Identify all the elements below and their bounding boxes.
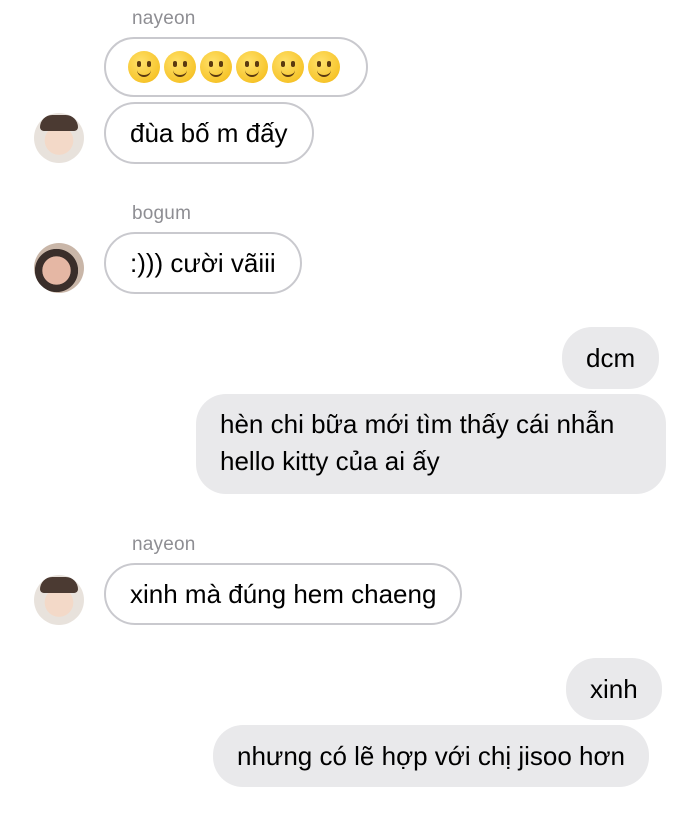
avatar[interactable] [34,243,84,293]
message-bubble[interactable]: đùa bố m đấy [104,102,314,164]
smiley-icon [164,51,196,83]
message-text: nhưng có lẽ hợp với chị jisoo hơn [237,740,625,771]
message-text: dcm [586,342,636,373]
smiley-icon [308,51,340,83]
message-bubble[interactable]: xinh mà đúng hem chaeng [104,563,463,625]
smiley-icon [200,51,232,83]
outgoing-message-bubble[interactable]: dcm [562,327,660,389]
sender-name: bogum [132,203,192,224]
smiley-icon [128,51,160,83]
message-text: xinh [590,673,638,704]
outgoing-message-bubble[interactable]: hèn chi bữa mới tìm thấy cái nhẫn hello … [196,394,666,494]
avatar[interactable] [34,113,84,163]
sender-name: nayeon [132,534,196,555]
avatar[interactable] [34,575,84,625]
message-text: hèn chi bữa mới tìm thấy cái nhẫn hello … [220,409,615,476]
smiley-icon [236,51,268,83]
message-text: :))) cười vãiii [130,247,276,278]
sender-name: nayeon [132,8,196,29]
message-text: đùa bố m đấy [130,117,288,148]
message-text: xinh mà đúng hem chaeng [130,578,437,609]
emoji-row [128,51,340,83]
message-bubble-emoji[interactable] [104,37,368,97]
outgoing-message-bubble[interactable]: nhưng có lẽ hợp với chị jisoo hơn [213,725,649,787]
smiley-icon [272,51,304,83]
message-bubble[interactable]: :))) cười vãiii [104,232,302,294]
outgoing-message-bubble[interactable]: xinh [566,658,662,720]
